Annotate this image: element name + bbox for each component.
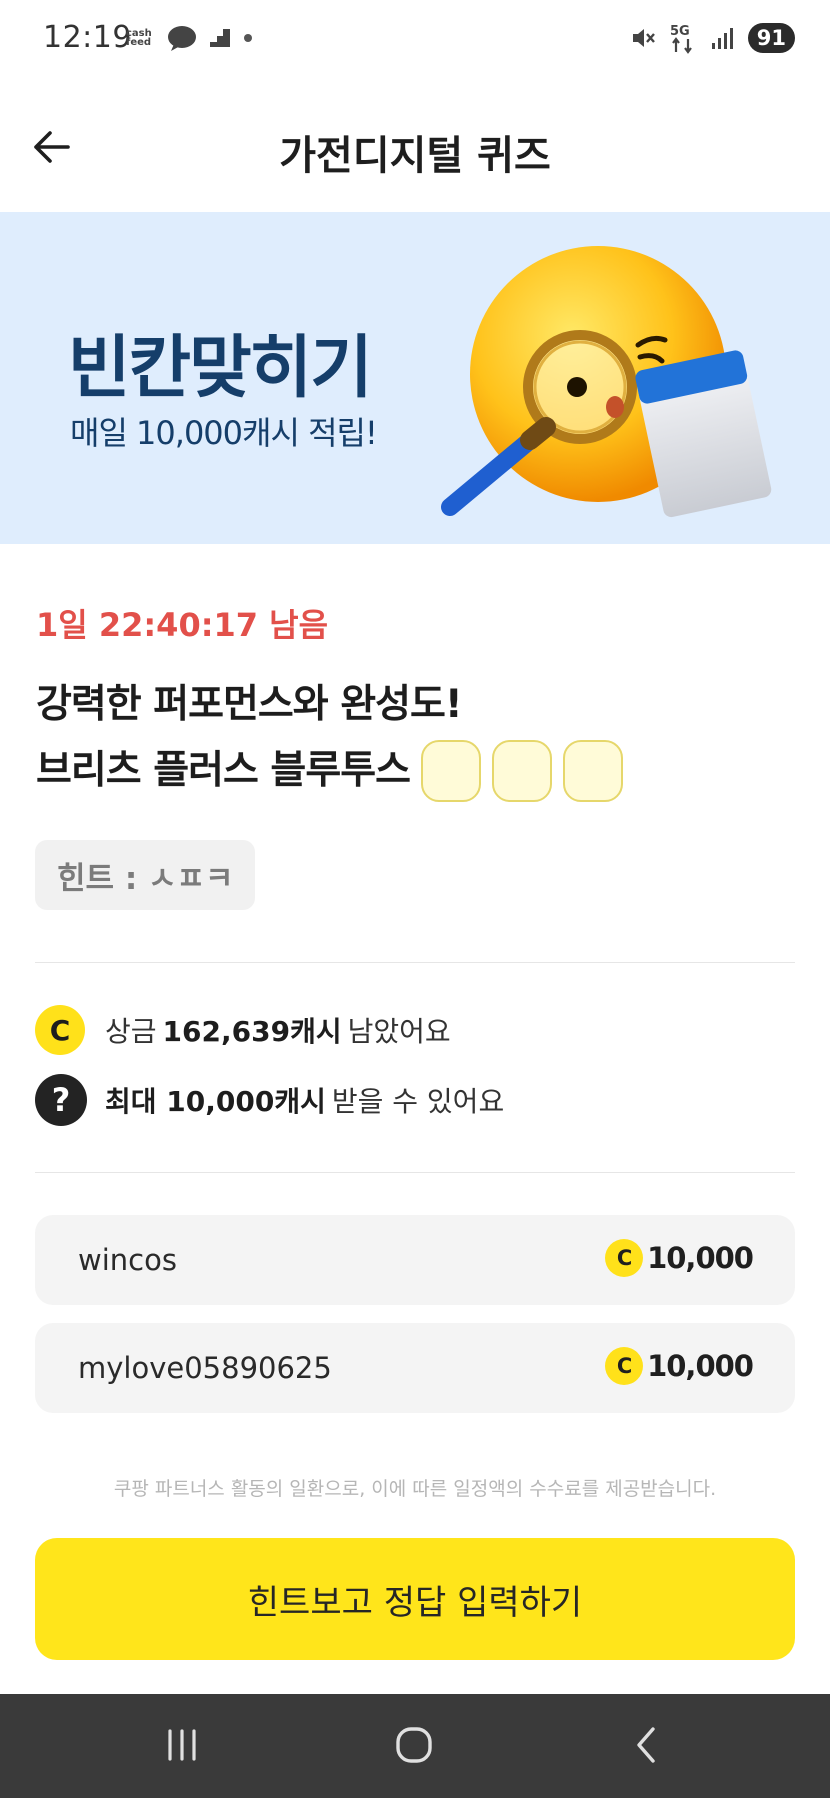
divider xyxy=(35,1172,795,1173)
hint-box: 힌트 : ㅅㅍㅋ xyxy=(35,840,255,910)
answer-blank xyxy=(420,740,481,802)
chat-icon xyxy=(168,26,196,51)
banner-title: 빈칸맞히기 xyxy=(68,329,373,408)
max-reward-suffix: 받을 수 있어요 xyxy=(331,1085,505,1118)
max-reward-amount: 최대 10,000캐시 xyxy=(105,1085,326,1118)
stairs-icon xyxy=(210,29,230,47)
hint-text: 힌트 : ㅅㅍㅋ xyxy=(57,860,234,897)
signal-icon xyxy=(711,28,733,49)
divider xyxy=(35,962,795,963)
chevron-left-icon xyxy=(637,1727,655,1763)
winner-name: mylove05890625 xyxy=(78,1351,332,1385)
home-icon xyxy=(396,1727,432,1763)
coin-icon: C xyxy=(605,1347,644,1385)
battery-indicator: 91 xyxy=(747,23,795,53)
system-back-button[interactable] xyxy=(616,1720,676,1770)
home-button[interactable] xyxy=(384,1720,444,1770)
winner-row: wincos C 10,000 xyxy=(35,1215,795,1305)
network-5g-icon: 5G xyxy=(670,24,692,54)
countdown-timer: 1일 22:40:17 남음 xyxy=(36,606,329,644)
svg-text:5G: 5G xyxy=(670,24,690,39)
quiz-banner: 빈칸맞히기 매일 10,000캐시 적립! xyxy=(0,212,830,544)
winner-amount: 10,000 xyxy=(647,1349,754,1383)
status-bar: 12:19 cash feed 5G 91 xyxy=(0,0,830,80)
winner-row: mylove05890625 C 10,000 xyxy=(35,1323,795,1413)
affiliate-disclaimer: 쿠팡 파트너스 활동의 일환으로, 이에 따른 일정액의 수수료를 제공받습니다… xyxy=(113,1478,717,1500)
recent-apps-icon xyxy=(168,1729,196,1761)
banner-subtitle: 매일 10,000캐시 적립! xyxy=(70,414,378,452)
notification-icons: cash feed xyxy=(126,24,254,52)
answer-blank xyxy=(562,740,623,802)
system-status: 5G 91 xyxy=(630,22,795,54)
cashfeed-icon: cash feed xyxy=(126,28,152,48)
winner-name: wincos xyxy=(78,1243,177,1277)
max-reward-row: ? 최대 10,000캐시 받을 수 있어요 xyxy=(35,1074,504,1126)
winner-amount: 10,000 xyxy=(647,1241,754,1275)
question-line-2-text: 브리츠 플러스 블루투스 xyxy=(36,748,411,793)
app-header: 가전디지털 퀴즈 xyxy=(0,95,830,205)
recent-apps-button[interactable] xyxy=(152,1720,212,1770)
winner-prize: C 10,000 xyxy=(605,1239,754,1277)
mute-icon xyxy=(632,29,655,47)
page-title: 가전디지털 퀴즈 xyxy=(279,133,551,179)
coin-icon: C xyxy=(605,1239,644,1277)
question-line-2: 브리츠 플러스 블루투스 xyxy=(36,738,623,804)
prize-suffix: 남았어요 xyxy=(347,1015,451,1048)
answer-blank xyxy=(491,740,552,802)
question-mark-icon: ? xyxy=(35,1074,87,1126)
prize-amount: 162,639캐시 xyxy=(162,1015,342,1048)
status-time: 12:19 xyxy=(43,20,132,55)
question-line-1: 강력한 퍼포먼스와 완성도! xyxy=(36,682,463,727)
quiz-question: 강력한 퍼포먼스와 완성도! 브리츠 플러스 블루투스 xyxy=(36,672,623,804)
dot-icon xyxy=(244,34,252,42)
prize-prefix: 상금 xyxy=(105,1015,157,1048)
winner-prize: C 10,000 xyxy=(605,1347,754,1385)
hint-answer-button[interactable]: 힌트보고 정답 입력하기 xyxy=(35,1538,795,1660)
magnifier-emoji-illustration xyxy=(441,246,772,518)
remaining-prize-row: C 상금 162,639캐시 남았어요 xyxy=(35,1005,451,1055)
coin-icon: C xyxy=(35,1005,85,1055)
system-nav-bar xyxy=(0,1694,830,1798)
